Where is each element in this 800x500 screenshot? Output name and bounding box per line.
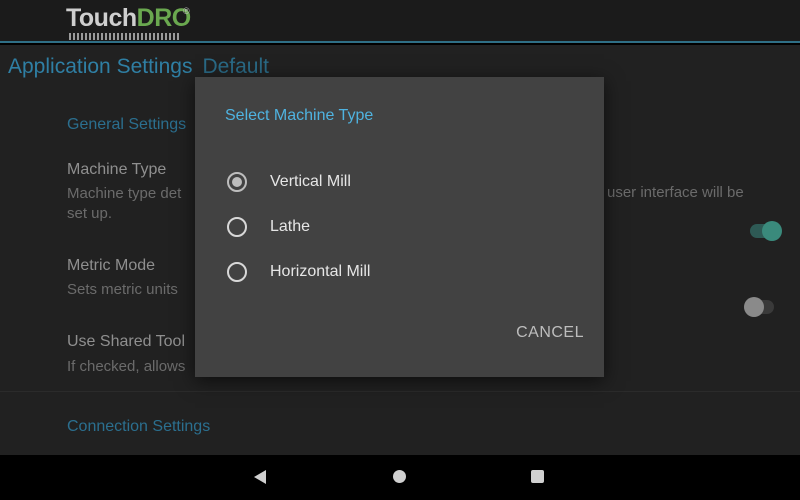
- cancel-button[interactable]: CANCEL: [514, 320, 586, 346]
- option-horizontal-mill[interactable]: Horizontal Mill: [219, 252, 579, 292]
- option-label: Lathe: [270, 218, 311, 235]
- logo-scale-bars: [69, 33, 181, 40]
- radio-button-checked[interactable]: [227, 172, 247, 192]
- home-icon[interactable]: [390, 467, 410, 487]
- option-label: Vertical Mill: [270, 173, 351, 190]
- option-lathe[interactable]: Lathe: [219, 207, 579, 247]
- radio-button[interactable]: [227, 217, 247, 237]
- dialog-title: Select Machine Type: [225, 107, 374, 124]
- radio-button[interactable]: [227, 262, 247, 282]
- logo-registered-mark: ®: [183, 6, 190, 16]
- back-icon[interactable]: [252, 467, 272, 487]
- app-bar: TouchDRO ®: [0, 0, 800, 43]
- option-vertical-mill[interactable]: Vertical Mill: [219, 162, 579, 202]
- recents-icon[interactable]: [528, 467, 548, 487]
- logo-text-touch: Touch: [66, 4, 137, 32]
- touchdro-logo: TouchDRO ®: [66, 4, 192, 40]
- system-nav-bar: [0, 455, 800, 500]
- select-machine-type-dialog: Select Machine Type Vertical Mill Lathe …: [195, 77, 604, 377]
- logo-text: TouchDRO: [66, 4, 191, 32]
- option-label: Horizontal Mill: [270, 263, 371, 280]
